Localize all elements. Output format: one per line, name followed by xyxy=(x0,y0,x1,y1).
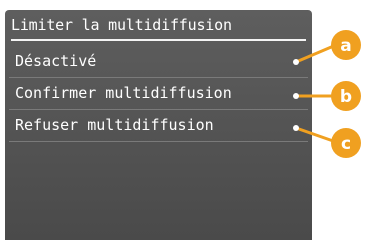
callout-annotations: a b c xyxy=(293,30,361,158)
callout-c-letter: c xyxy=(341,134,351,154)
callout-c-leader xyxy=(295,126,337,144)
callout-a: a xyxy=(293,30,361,65)
callout-a-letter: a xyxy=(340,36,351,56)
callout-c-dot xyxy=(293,125,299,131)
callout-a-dot xyxy=(293,59,299,65)
callout-b-letter: b xyxy=(340,87,352,107)
callout-c: c xyxy=(293,125,361,158)
callout-b: b xyxy=(293,81,361,111)
callout-b-dot xyxy=(293,93,299,99)
callout-a-leader xyxy=(295,43,337,64)
